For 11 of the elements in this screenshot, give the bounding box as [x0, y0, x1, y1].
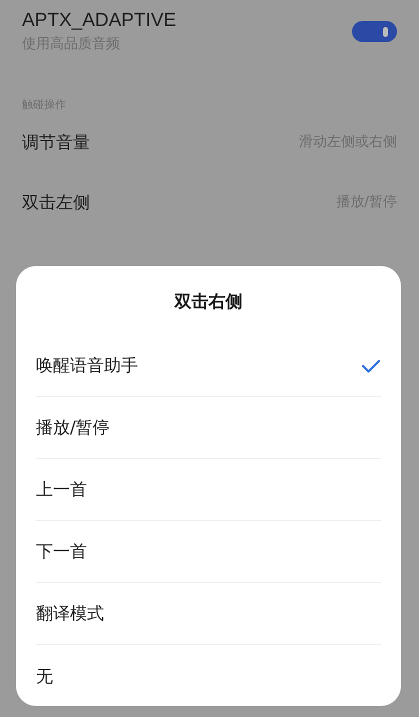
dialog-title: 双击右侧 [173, 291, 244, 314]
option-item[interactable]: 翻译模式 [36, 583, 381, 645]
setting-label: 调节音量 [22, 132, 90, 154]
option-item[interactable]: 下一首 [36, 521, 381, 583]
option-item[interactable]: 上一首 [36, 459, 381, 521]
setting-title: APTX_ADAPTIVE [22, 10, 176, 32]
toggle-switch[interactable] [352, 21, 397, 42]
option-item[interactable]: 无 [36, 645, 381, 707]
option-item[interactable]: 唤醒语音助手 [36, 335, 381, 397]
option-item[interactable]: 播放/暂停 [36, 397, 381, 459]
setting-label: 双击左侧 [22, 192, 90, 214]
